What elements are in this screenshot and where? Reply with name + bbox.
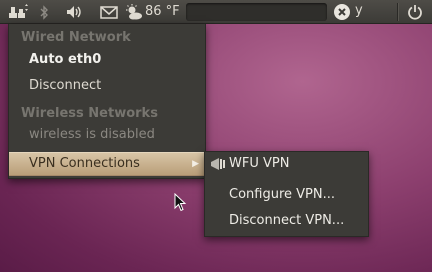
power-icon[interactable]: [404, 0, 426, 24]
network-menu: Wired Network Auto eth0 Disconnect Wirel…: [8, 24, 207, 179]
wfu-vpn-label: WFU VPN: [229, 156, 290, 171]
network-icon[interactable]: [7, 0, 31, 24]
disconnect-vpn-item[interactable]: Disconnect VPN...: [205, 209, 370, 233]
mouse-pointer-icon: [174, 192, 187, 216]
submenu-arrow-icon: ▶: [192, 159, 199, 169]
auto-eth0-item[interactable]: Auto eth0: [9, 49, 207, 71]
vpn-lock-icon: [210, 156, 226, 181]
volume-icon[interactable]: [64, 0, 86, 24]
wired-network-header: Wired Network: [21, 30, 131, 45]
wireless-disabled-status: wireless is disabled: [29, 127, 155, 142]
configure-vpn-item[interactable]: Configure VPN...: [205, 183, 370, 207]
bluetooth-icon[interactable]: [36, 0, 52, 24]
weather-temperature[interactable]: 86 °F: [145, 4, 180, 19]
user-name[interactable]: y: [355, 3, 363, 18]
panel-text-field: [186, 3, 327, 21]
wfu-vpn-item[interactable]: WFU VPN: [205, 152, 370, 176]
vpn-connections-label: VPN Connections: [29, 156, 140, 171]
panel-separator: [397, 3, 398, 21]
top-panel: 86 °F y: [0, 0, 432, 24]
vpn-submenu: WFU VPN Configure VPN... Disconnect VPN.…: [204, 151, 369, 237]
mail-icon[interactable]: [98, 0, 120, 24]
weather-icon[interactable]: [124, 0, 144, 24]
user-status-icon[interactable]: [334, 4, 350, 20]
disconnect-item[interactable]: Disconnect: [9, 75, 207, 97]
wireless-networks-header: Wireless Networks: [21, 106, 158, 121]
vpn-connections-item[interactable]: VPN Connections ▶: [9, 152, 207, 176]
